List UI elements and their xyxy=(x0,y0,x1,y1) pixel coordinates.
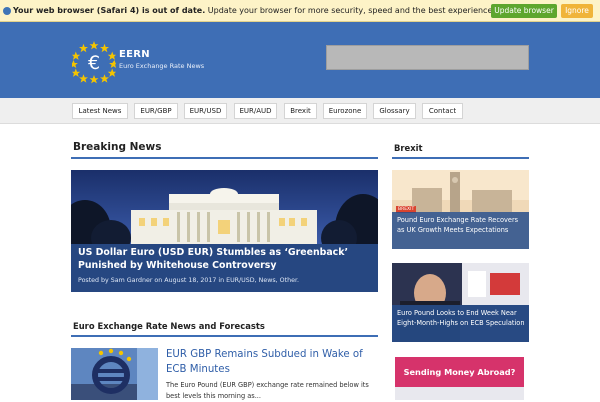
hero-post-meta: Posted by Sam Gardner on August 18, 2017… xyxy=(78,277,299,284)
browser-warning-text: Your web browser (Safari 4) is out of da… xyxy=(13,6,542,15)
nav-eur-usd[interactable]: EUR/USD xyxy=(184,103,227,119)
nav-latest-news[interactable]: Latest News xyxy=(72,103,128,119)
site-title[interactable]: EERN xyxy=(119,49,150,60)
sending-money-ad[interactable]: Sending Money Abroad? xyxy=(395,357,524,400)
euro-stars-logo-icon[interactable]: € xyxy=(72,40,116,84)
sidebar-card-1-caption: Pound Euro Exchange Rate Recovers as UK … xyxy=(392,212,529,249)
nav-eur-gbp[interactable]: EUR/GBP xyxy=(134,103,178,119)
forecasts-rule xyxy=(71,335,378,337)
site-header: € EERN Euro Exchange Rate News xyxy=(0,22,600,98)
nav-eur-aud[interactable]: EUR/AUD xyxy=(234,103,277,119)
sidebar-card-1-title[interactable]: Pound Euro Exchange Rate Recovers as UK … xyxy=(397,216,527,235)
sidebar-card-2[interactable]: Euro Pound Looks to End Week Near Eight-… xyxy=(392,263,529,342)
ignore-button[interactable]: Ignore xyxy=(561,4,593,18)
header-search-box[interactable] xyxy=(326,45,529,70)
nav-brexit[interactable]: Brexit xyxy=(284,103,317,119)
ad-text: Sending Money Abroad? xyxy=(403,367,516,377)
article-thumbnail[interactable] xyxy=(71,348,158,400)
nav-contact[interactable]: Contact xyxy=(422,103,463,119)
info-icon xyxy=(3,7,11,15)
article-title-link[interactable]: EUR GBP Remains Subdued in Wake of ECB M… xyxy=(166,347,381,377)
euro-sculpture-image xyxy=(71,348,158,400)
sidebar-card-1[interactable]: BREXIT Pound Euro Exchange Rate Recovers… xyxy=(392,170,529,249)
breaking-news-hero[interactable]: US Dollar Euro (USD EUR) Stumbles as ‘Gr… xyxy=(71,170,378,292)
browser-warning-bold: Your web browser (Safari 4) is out of da… xyxy=(13,6,206,15)
article-excerpt: The Euro Pound (EUR GBP) exchange rate r… xyxy=(166,381,369,400)
site-subtitle: Euro Exchange Rate News xyxy=(119,62,205,70)
brexit-rule xyxy=(392,157,529,159)
breaking-news-heading: Breaking News xyxy=(73,141,162,153)
nav-eurozone[interactable]: Eurozone xyxy=(323,103,367,119)
breaking-news-rule xyxy=(71,157,378,159)
main-nav: Latest News EUR/GBP EUR/USD EUR/AUD Brex… xyxy=(0,98,600,124)
brexit-heading: Brexit xyxy=(394,143,423,153)
hero-headline[interactable]: US Dollar Euro (USD EUR) Stumbles as ‘Gr… xyxy=(78,246,374,272)
sidebar-card-2-title[interactable]: Euro Pound Looks to End Week Near Eight-… xyxy=(397,309,527,328)
nav-glossary[interactable]: Glossary xyxy=(373,103,416,119)
ad-band xyxy=(395,387,524,400)
browser-warning-bar: Your web browser (Safari 4) is out of da… xyxy=(0,0,600,22)
logo-euro-symbol: € xyxy=(88,52,100,74)
hero-caption: US Dollar Euro (USD EUR) Stumbles as ‘Gr… xyxy=(71,244,378,292)
sidebar-card-2-caption: Euro Pound Looks to End Week Near Eight-… xyxy=(392,305,529,342)
forecasts-heading: Euro Exchange Rate News and Forecasts xyxy=(73,321,265,331)
update-browser-button[interactable]: Update browser xyxy=(491,4,557,18)
